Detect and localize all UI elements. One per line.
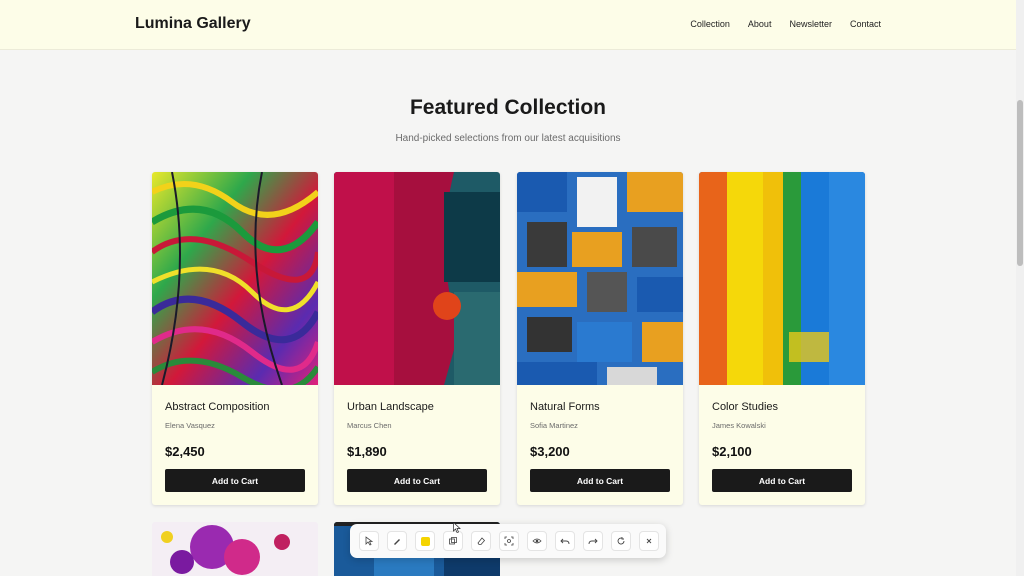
select-icon[interactable] — [359, 531, 379, 551]
annotation-toolbar — [350, 524, 666, 558]
product-name[interactable]: Natural Forms — [530, 401, 600, 413]
color-swatch[interactable] — [415, 531, 435, 551]
product-card[interactable]: Color Studies James Kowalski $2,100 Add … — [699, 172, 865, 505]
redo-icon[interactable] — [583, 531, 603, 551]
product-artist: Elena Vasquez — [165, 421, 215, 430]
artwork-image-abstract-composition[interactable] — [152, 172, 318, 385]
nav-collection[interactable]: Collection — [690, 19, 730, 29]
site-header: Lumina Gallery Collection About Newslett… — [0, 0, 1016, 50]
eye-icon[interactable] — [527, 531, 547, 551]
nav-newsletter[interactable]: Newsletter — [789, 19, 832, 29]
site-logo[interactable]: Lumina Gallery — [135, 15, 251, 33]
product-name[interactable]: Urban Landscape — [347, 401, 434, 413]
product-card-partial[interactable] — [152, 522, 318, 576]
add-to-cart-button[interactable]: Add to Cart — [530, 469, 670, 492]
reset-icon[interactable] — [611, 531, 631, 551]
add-to-cart-button[interactable]: Add to Cart — [347, 469, 487, 492]
product-artist: Sofia Martinez — [530, 421, 578, 430]
mouse-cursor-icon — [453, 522, 461, 533]
close-icon[interactable] — [639, 531, 659, 551]
pen-icon[interactable] — [387, 531, 407, 551]
nav-contact[interactable]: Contact — [850, 19, 881, 29]
product-artist: James Kowalski — [712, 421, 766, 430]
product-name[interactable]: Color Studies — [712, 401, 778, 413]
artwork-image-urban-landscape[interactable] — [334, 172, 500, 385]
shape-icon[interactable] — [443, 531, 463, 551]
nav-about[interactable]: About — [748, 19, 772, 29]
product-name[interactable]: Abstract Composition — [165, 401, 270, 413]
product-price: $2,100 — [712, 444, 752, 459]
product-price: $1,890 — [347, 444, 387, 459]
eraser-icon[interactable] — [471, 531, 491, 551]
product-card[interactable]: Urban Landscape Marcus Chen $1,890 Add t… — [334, 172, 500, 505]
product-card[interactable]: Abstract Composition Elena Vasquez $2,45… — [152, 172, 318, 505]
product-price: $3,200 — [530, 444, 570, 459]
product-card[interactable]: Natural Forms Sofia Martinez $3,200 Add … — [517, 172, 683, 505]
add-to-cart-button[interactable]: Add to Cart — [165, 469, 305, 492]
scroll-thumb[interactable] — [1017, 100, 1023, 266]
section-title: Featured Collection — [409, 96, 607, 119]
product-price: $2,450 — [165, 444, 205, 459]
section-subtitle: Hand-picked selections from our latest a… — [395, 133, 621, 144]
add-to-cart-button[interactable]: Add to Cart — [712, 469, 852, 492]
main-nav: Collection About Newsletter Contact — [690, 19, 881, 29]
undo-icon[interactable] — [555, 531, 575, 551]
yellow-swatch-icon — [420, 536, 430, 546]
artwork-image-natural-forms[interactable] — [517, 172, 683, 385]
artwork-image-color-studies[interactable] — [699, 172, 865, 385]
page-scrollbar[interactable] — [1016, 0, 1024, 576]
crop-icon[interactable] — [499, 531, 519, 551]
product-artist: Marcus Chen — [347, 421, 392, 430]
